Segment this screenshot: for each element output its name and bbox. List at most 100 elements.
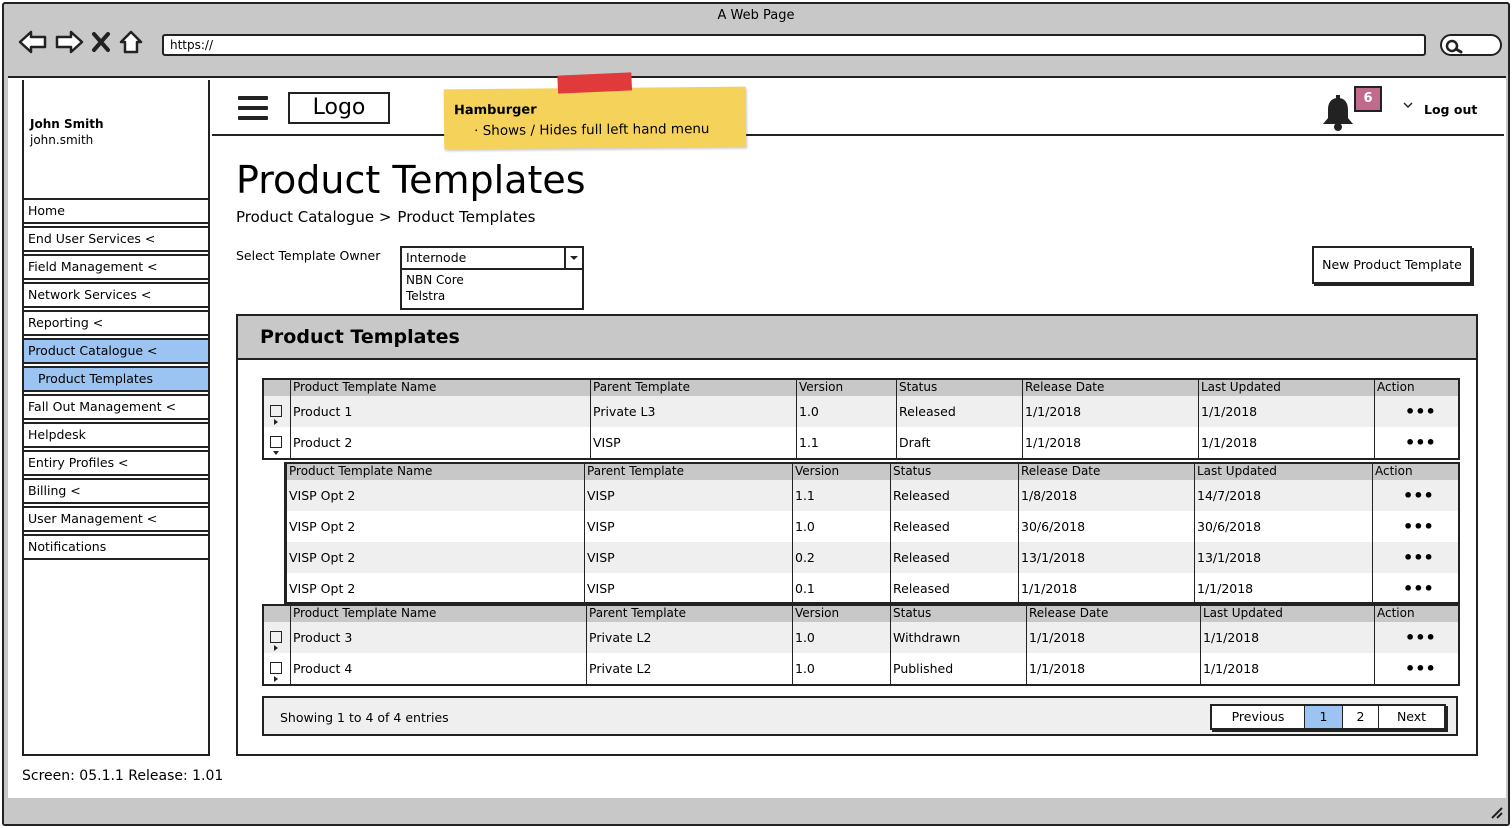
dropdown-arrow-icon[interactable]: [564, 248, 582, 268]
previous-button[interactable]: Previous: [1212, 706, 1304, 728]
column-header[interactable]: Release Date: [1022, 380, 1104, 396]
user-username: john.smith: [30, 133, 94, 147]
sidebar-item-user-management[interactable]: User Management <: [24, 506, 208, 532]
sidebar-item-fall-out-management[interactable]: Fall Out Management <: [24, 394, 208, 420]
back-icon[interactable]: [18, 29, 48, 55]
table-cell: 14/7/2018: [1194, 480, 1261, 511]
column-header[interactable]: Status: [890, 464, 931, 480]
column-header[interactable]: Product Template Name: [290, 380, 436, 396]
row-actions-icon[interactable]: •••: [1372, 480, 1434, 511]
logout-link[interactable]: Log out: [1424, 102, 1477, 117]
column-header[interactable]: Version: [792, 606, 839, 622]
table-row[interactable]: VISP Opt 2 VISP 0.1 Released 1/1/2018 1/1/201…: [286, 573, 1458, 604]
column-header[interactable]: Product Template Name: [286, 464, 432, 480]
table-cell: Private L2: [586, 653, 651, 684]
column-header[interactable]: Action: [1374, 380, 1415, 396]
chevron-down-icon[interactable]: [1402, 100, 1414, 110]
column-header[interactable]: Parent Template: [590, 380, 690, 396]
forward-icon[interactable]: [54, 29, 84, 55]
row-actions-icon[interactable]: •••: [1374, 653, 1436, 684]
table-cell: VISP: [584, 542, 615, 573]
table-row[interactable]: VISP Opt 2 VISP 0.2 Released 13/1/2018 13/1/2…: [286, 542, 1458, 573]
sidebar-item-product-templates[interactable]: Product Templates: [24, 366, 208, 392]
table-cell: 13/1/2018: [1018, 542, 1085, 573]
row-actions-icon[interactable]: •••: [1372, 573, 1434, 604]
page-button-1[interactable]: 1: [1304, 706, 1342, 728]
collapse-row-icon[interactable]: [270, 435, 282, 455]
expand-row-icon[interactable]: [270, 661, 282, 682]
hamburger-menu-icon[interactable]: [238, 96, 268, 120]
table-row[interactable]: Product 3 Private L2 1.0 Withdrawn 1/1/2018 1…: [264, 622, 1458, 653]
sidebar-item-entity-profiles[interactable]: Entiry Profiles <: [24, 450, 208, 476]
row-actions-icon[interactable]: •••: [1374, 396, 1436, 427]
table-cell: VISP Opt 2: [286, 573, 355, 604]
row-actions-icon[interactable]: •••: [1372, 511, 1434, 542]
stop-icon[interactable]: [90, 29, 112, 55]
table-cell: 1.0: [796, 396, 819, 427]
expand-row-icon[interactable]: [270, 630, 282, 651]
column-header[interactable]: Last Updated: [1194, 464, 1277, 480]
bell-icon[interactable]: [1320, 94, 1356, 132]
column-header[interactable]: Version: [792, 464, 839, 480]
sidebar-item-network-services[interactable]: Network Services <: [24, 282, 208, 308]
page-button-2[interactable]: 2: [1342, 706, 1378, 728]
sidebar-item-field-management[interactable]: Field Management <: [24, 254, 208, 280]
table-cell: VISP: [584, 573, 615, 604]
column-header[interactable]: Product Template Name: [290, 606, 436, 622]
column-header[interactable]: Action: [1372, 464, 1413, 480]
column-header[interactable]: Action: [1374, 606, 1415, 622]
option-nbn-core[interactable]: NBN Core: [406, 272, 578, 288]
column-header[interactable]: Parent Template: [584, 464, 684, 480]
expand-row-icon[interactable]: [270, 404, 282, 425]
address-bar[interactable]: https://: [162, 34, 1426, 56]
column-header[interactable]: Status: [890, 606, 931, 622]
table-cell: 1/1/2018: [1198, 427, 1257, 458]
table-row[interactable]: VISP Opt 2 VISP 1.0 Released 30/6/2018 30/6/2…: [286, 511, 1458, 542]
table-cell: 1/1/2018: [1022, 396, 1081, 427]
table-cell: Private L2: [586, 622, 651, 653]
table-row[interactable]: Product 2 VISP 1.1 Draft 1/1/2018 1/1/2018 •••: [264, 427, 1458, 458]
column-header[interactable]: Release Date: [1026, 606, 1108, 622]
column-header[interactable]: Release Date: [1018, 464, 1100, 480]
table-cell: 1/1/2018: [1200, 622, 1259, 653]
column-header[interactable]: Parent Template: [586, 606, 686, 622]
breadcrumb-item-catalogue[interactable]: Product Catalogue >: [236, 208, 391, 226]
table-row[interactable]: Product 1 Private L3 1.0 Released 1/1/2018 1/…: [264, 396, 1458, 427]
table-cell: 1.0: [792, 511, 815, 542]
sidebar-item-end-user-services[interactable]: End User Services <: [24, 226, 208, 252]
sidebar-item-billing[interactable]: Billing <: [24, 478, 208, 504]
sidebar-item-notifications[interactable]: Notifications: [24, 534, 208, 560]
option-telstra[interactable]: Telstra: [406, 288, 578, 304]
templates-table-top: Product Template Name Parent Template Vers…: [262, 378, 1460, 460]
table-row[interactable]: Product 4 Private L2 1.0 Published 1/1/2018 1…: [264, 653, 1458, 684]
template-owner-select[interactable]: Internode: [400, 246, 584, 270]
notification-badge[interactable]: 6: [1354, 86, 1382, 112]
row-actions-icon[interactable]: •••: [1374, 427, 1436, 458]
search-icon: [1445, 39, 1463, 54]
user-info: John Smith john.smith: [30, 116, 104, 148]
new-product-template-button[interactable]: New Product Template: [1312, 246, 1472, 284]
browser-search[interactable]: [1440, 34, 1502, 56]
table-cell: 30/6/2018: [1194, 511, 1261, 542]
product-templates-panel: Product Templates Product Template Name P…: [236, 314, 1478, 756]
column-header[interactable]: Last Updated: [1198, 380, 1281, 396]
sidebar-item-product-catalogue[interactable]: Product Catalogue <: [24, 338, 208, 364]
row-actions-icon[interactable]: •••: [1374, 622, 1436, 653]
sidebar-item-helpdesk[interactable]: Helpdesk: [24, 422, 208, 448]
browser-nav: [18, 26, 144, 58]
column-header[interactable]: Last Updated: [1200, 606, 1283, 622]
column-header[interactable]: Version: [796, 380, 843, 396]
sidebar-item-reporting[interactable]: Reporting <: [24, 310, 208, 336]
table-cell: VISP: [590, 427, 621, 458]
row-actions-icon[interactable]: •••: [1372, 542, 1434, 573]
column-header[interactable]: Status: [896, 380, 937, 396]
template-owner-value: Internode: [406, 250, 467, 265]
table-row[interactable]: VISP Opt 2 VISP 1.1 Released 1/8/2018 14/7/20…: [286, 480, 1458, 511]
resize-grip-icon[interactable]: [1488, 804, 1504, 820]
sidebar-item-home[interactable]: Home: [24, 198, 208, 224]
template-owner-options: NBN Core Telstra: [400, 270, 584, 310]
home-icon[interactable]: [118, 29, 144, 55]
next-button[interactable]: Next: [1378, 706, 1444, 728]
table-cell: 0.1: [792, 573, 815, 604]
table-cell: VISP Opt 2: [286, 542, 355, 573]
